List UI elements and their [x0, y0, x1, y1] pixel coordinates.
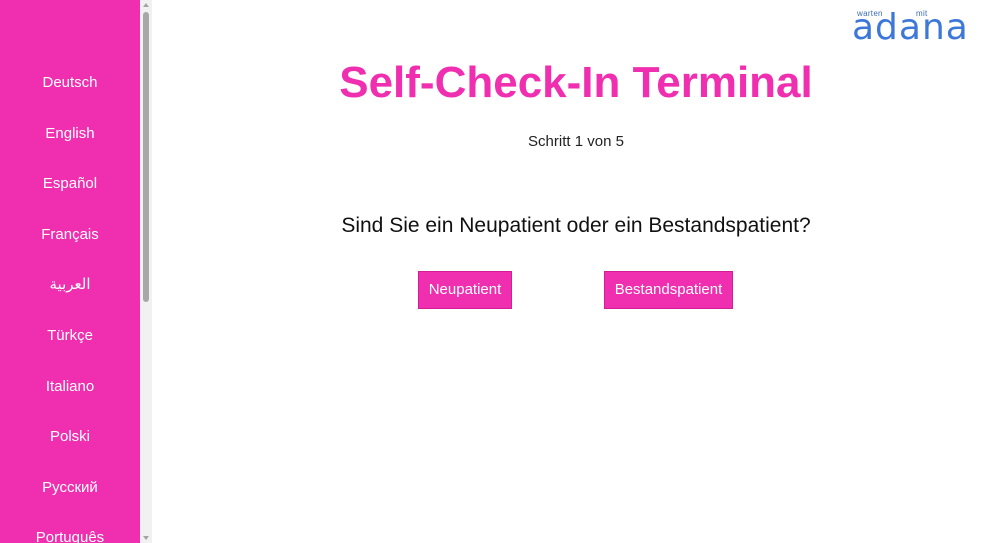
language-item-arabic[interactable]: العربية	[0, 265, 140, 316]
adana-logo: warten mit adana	[852, 6, 992, 48]
language-item-russian[interactable]: Русский	[0, 468, 140, 519]
language-item-italiano[interactable]: Italiano	[0, 367, 140, 418]
step-indicator: Schritt 1 von 5	[528, 133, 624, 150]
scroll-up-arrow-icon[interactable]	[143, 3, 149, 7]
language-item-english[interactable]: English	[0, 114, 140, 165]
language-list: Deutsch English Español Français العربية…	[0, 63, 140, 543]
patient-type-question: Sind Sie ein Neupatient oder ein Bestand…	[341, 214, 811, 237]
main-content: warten mit adana Self-Check-In Terminal …	[152, 0, 1000, 543]
sidebar-scrollbar[interactable]	[140, 0, 152, 543]
language-item-francais[interactable]: Français	[0, 215, 140, 266]
new-patient-button[interactable]: Neupatient	[418, 271, 512, 309]
language-sidebar: Deutsch English Español Français العربية…	[0, 0, 140, 543]
language-item-espanol[interactable]: Español	[0, 164, 140, 215]
scroll-down-arrow-icon[interactable]	[143, 536, 149, 540]
scrollbar-thumb[interactable]	[143, 12, 149, 302]
page-title: Self-Check-In Terminal	[339, 58, 813, 107]
language-item-deutsch[interactable]: Deutsch	[0, 63, 140, 114]
language-item-turkce[interactable]: Türkçe	[0, 316, 140, 367]
existing-patient-button[interactable]: Bestandspatient	[604, 271, 733, 309]
language-item-portugues[interactable]: Português	[0, 518, 140, 543]
logo-wordmark: adana	[852, 7, 969, 48]
language-item-polski[interactable]: Polski	[0, 417, 140, 468]
